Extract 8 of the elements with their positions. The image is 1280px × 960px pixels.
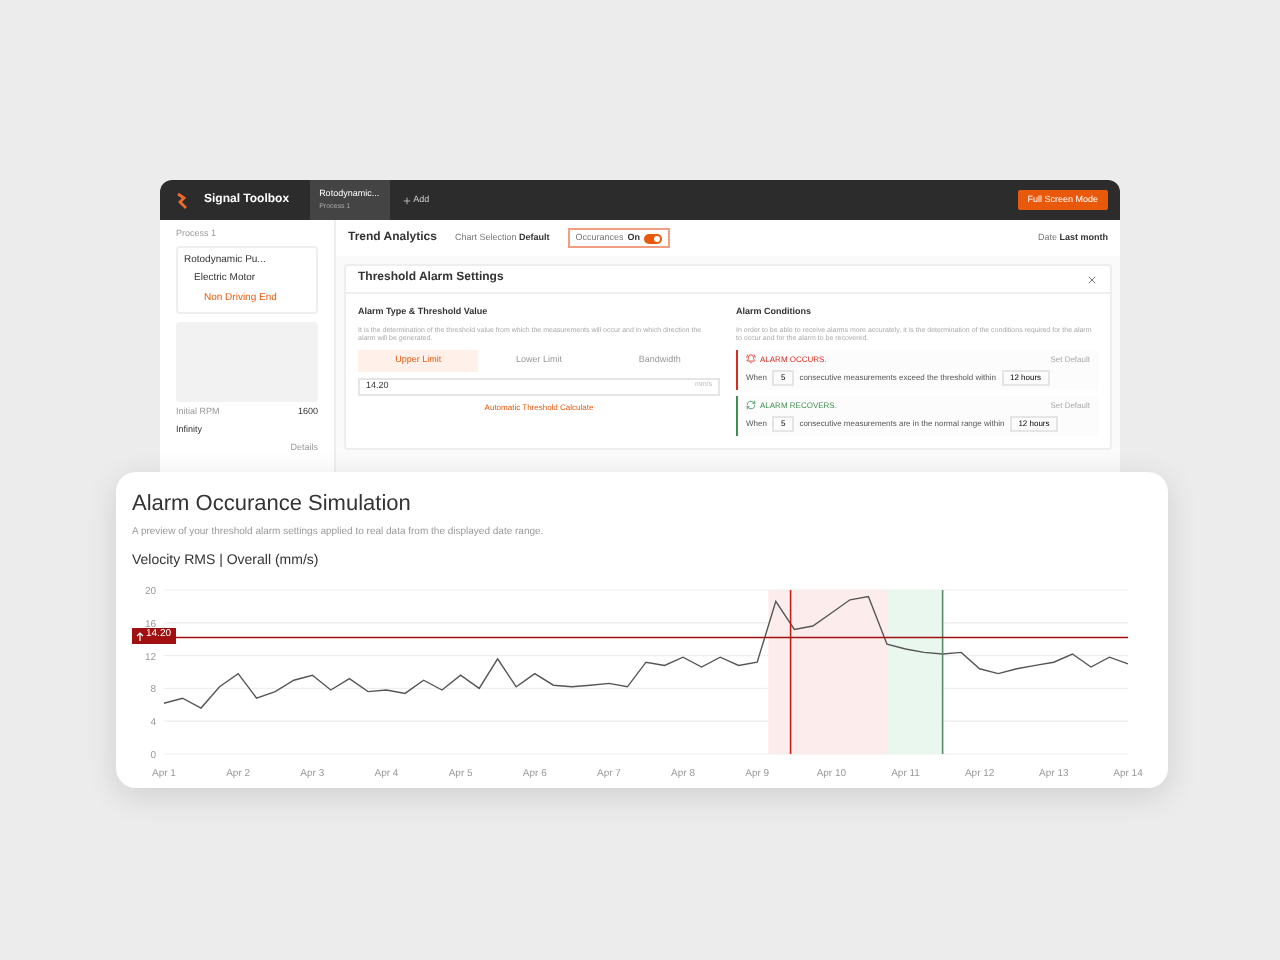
simulation-title: Alarm Occurance Simulation [132, 490, 413, 520]
up-arrow-icon [136, 631, 144, 642]
toggle-switch[interactable] [644, 233, 663, 243]
close-icon[interactable] [1086, 273, 1098, 285]
plus-icon [401, 195, 412, 205]
refresh-icon [746, 400, 756, 411]
logo-icon [176, 191, 192, 209]
bell-icon [746, 354, 756, 365]
